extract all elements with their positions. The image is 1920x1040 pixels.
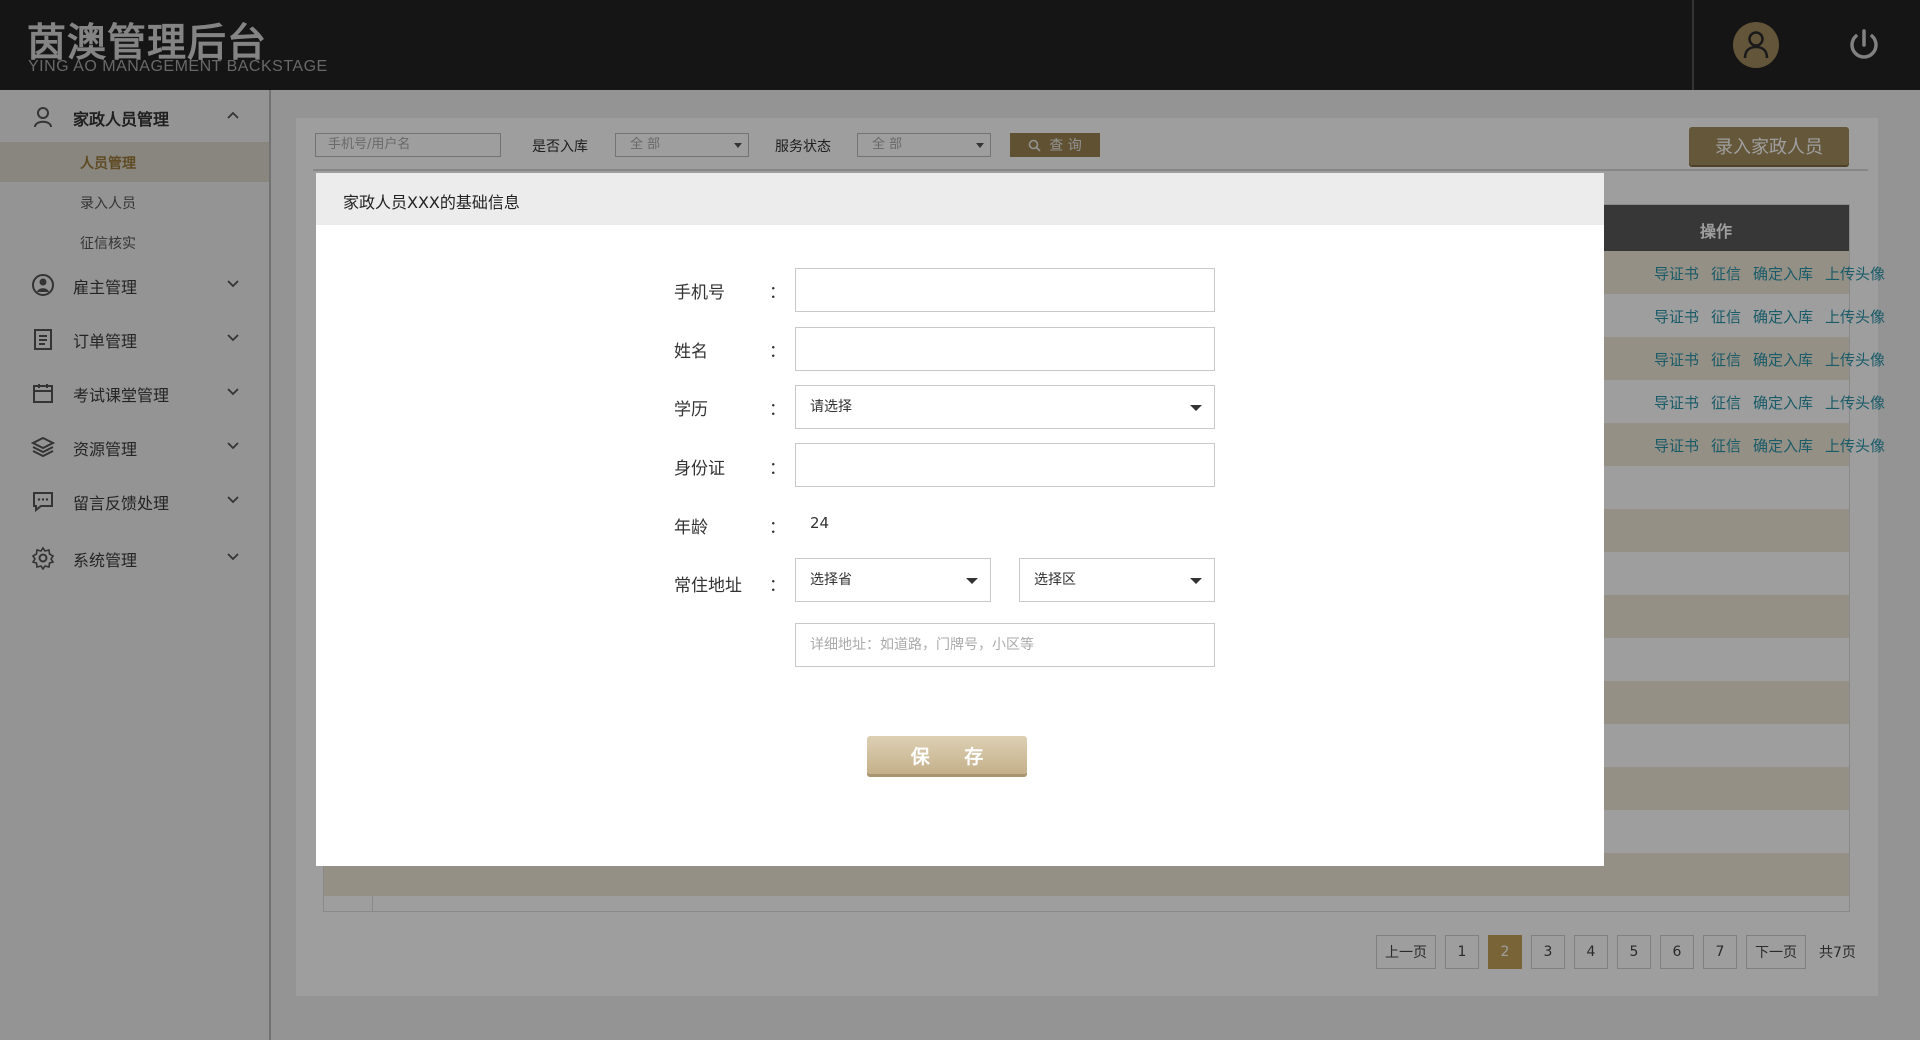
age-value: 24 xyxy=(810,514,830,532)
name-label: 姓名 xyxy=(674,342,708,362)
address-label: 常住地址 xyxy=(674,576,742,596)
id-card-label: 身份证 xyxy=(674,459,725,479)
colon: ： xyxy=(769,283,786,303)
phone-input[interactable] xyxy=(795,268,1215,312)
education-label: 学历 xyxy=(674,400,708,420)
select-value: 请选择 xyxy=(810,399,852,415)
select-value: 选择区 xyxy=(1034,572,1076,588)
colon: ： xyxy=(769,459,786,479)
colon: ： xyxy=(769,576,786,596)
phone-label: 手机号 xyxy=(674,283,725,303)
save-button[interactable]: 保 存 xyxy=(867,736,1027,774)
education-select[interactable]: 请选择 xyxy=(795,385,1215,429)
modal-title: 家政人员XXX的基础信息 xyxy=(343,193,520,212)
staff-info-modal: 家政人员XXX的基础信息 手机号 ： 姓名 ： 学历 ： 请选择 身份证 ： 年… xyxy=(316,173,1604,866)
address-detail-input[interactable] xyxy=(795,623,1215,667)
select-value: 选择省 xyxy=(810,572,852,588)
colon: ： xyxy=(769,518,786,538)
age-label: 年龄 xyxy=(674,518,708,538)
colon: ： xyxy=(769,400,786,420)
name-input[interactable] xyxy=(795,327,1215,371)
dropdown-arrow-icon xyxy=(1190,578,1202,584)
modal-header: 家政人员XXX的基础信息 xyxy=(316,173,1604,225)
dropdown-arrow-icon xyxy=(966,578,978,584)
dropdown-arrow-icon xyxy=(1190,405,1202,411)
colon: ： xyxy=(769,342,786,362)
id-card-input[interactable] xyxy=(795,443,1215,487)
province-select[interactable]: 选择省 xyxy=(795,558,991,602)
district-select[interactable]: 选择区 xyxy=(1019,558,1215,602)
